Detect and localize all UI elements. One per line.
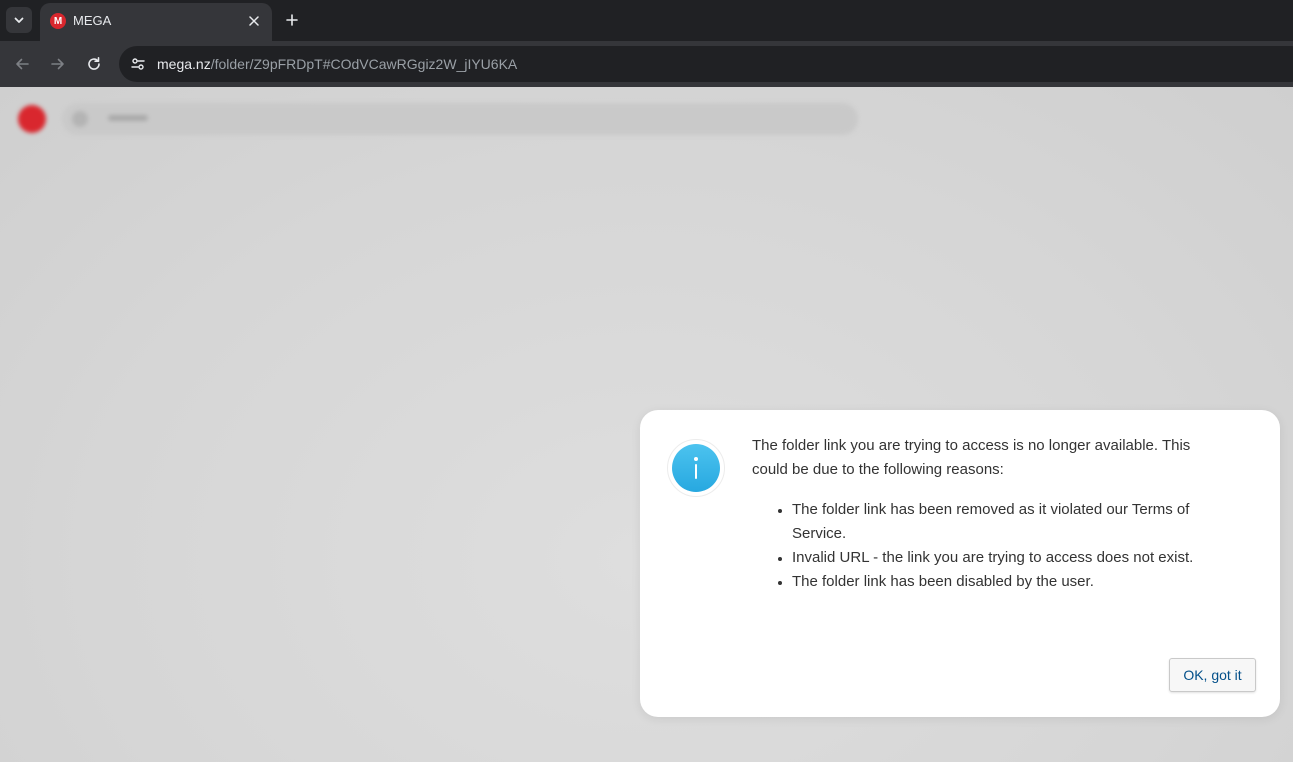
plus-icon xyxy=(286,14,298,26)
tab-search-button[interactable] xyxy=(6,7,32,33)
folder-unavailable-dialog: The folder link you are trying to access… xyxy=(640,410,1280,717)
tab-close-button[interactable] xyxy=(244,11,264,31)
search-icon xyxy=(72,111,88,127)
blurred-search-bar xyxy=(62,103,858,135)
list-item: Invalid URL - the link you are trying to… xyxy=(778,546,1202,570)
arrow-right-icon xyxy=(51,58,64,70)
info-icon-ring xyxy=(667,439,725,497)
arrow-left-icon xyxy=(16,58,29,70)
ok-got-it-button[interactable]: OK, got it xyxy=(1169,658,1256,692)
info-icon xyxy=(672,444,720,492)
reasons-list: The folder link has been removed as it v… xyxy=(778,498,1202,594)
url-host: mega.nz xyxy=(157,56,211,72)
back-button[interactable] xyxy=(8,50,36,78)
tab-strip: M MEGA xyxy=(0,0,1293,41)
new-tab-button[interactable] xyxy=(280,8,304,32)
blurred-search-text xyxy=(108,115,148,121)
mega-favicon-icon: M xyxy=(50,13,66,29)
info-glyph-icon xyxy=(694,457,698,479)
page-content: The folder link you are trying to access… xyxy=(0,87,1293,762)
reload-icon xyxy=(88,57,100,70)
chevron-down-icon xyxy=(14,17,24,23)
tab-title: MEGA xyxy=(73,13,112,28)
browser-tab[interactable]: M MEGA xyxy=(40,3,272,41)
site-info-button[interactable] xyxy=(126,52,150,76)
forward-button[interactable] xyxy=(44,50,72,78)
list-item: The folder link has been removed as it v… xyxy=(778,498,1202,546)
url-text[interactable]: mega.nz/folder/Z9pFRDpT#COdVCawRGgiz2W_j… xyxy=(157,56,517,72)
url-path: /folder/Z9pFRDpT#COdVCawRGgiz2W_jIYU6KA xyxy=(210,56,518,72)
address-bar[interactable]: mega.nz/folder/Z9pFRDpT#COdVCawRGgiz2W_j… xyxy=(119,46,1293,82)
browser-toolbar: mega.nz/folder/Z9pFRDpT#COdVCawRGgiz2W_j… xyxy=(0,41,1293,87)
close-icon xyxy=(249,16,259,26)
reload-button[interactable] xyxy=(80,50,108,78)
dialog-message: The folder link you are trying to access… xyxy=(752,437,1191,478)
list-item: The folder link has been disabled by the… xyxy=(778,570,1202,594)
mega-logo-icon xyxy=(18,105,46,133)
tune-icon xyxy=(131,58,145,70)
